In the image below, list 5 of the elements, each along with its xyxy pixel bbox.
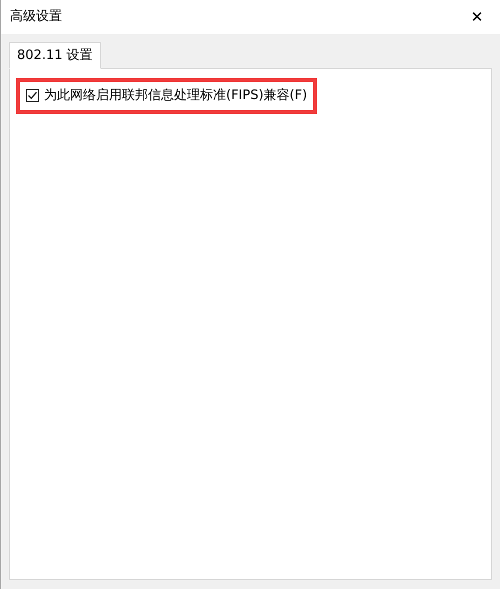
checkbox-label[interactable]: 为此网络启用联邦信息处理标准(FIPS)兼容(F)	[44, 86, 308, 106]
window-title: 高级设置	[10, 8, 62, 26]
tab[interactable]: 802.11 设置	[9, 42, 101, 69]
close-button[interactable]: ✕	[462, 4, 492, 30]
checkbox[interactable]	[26, 89, 39, 102]
